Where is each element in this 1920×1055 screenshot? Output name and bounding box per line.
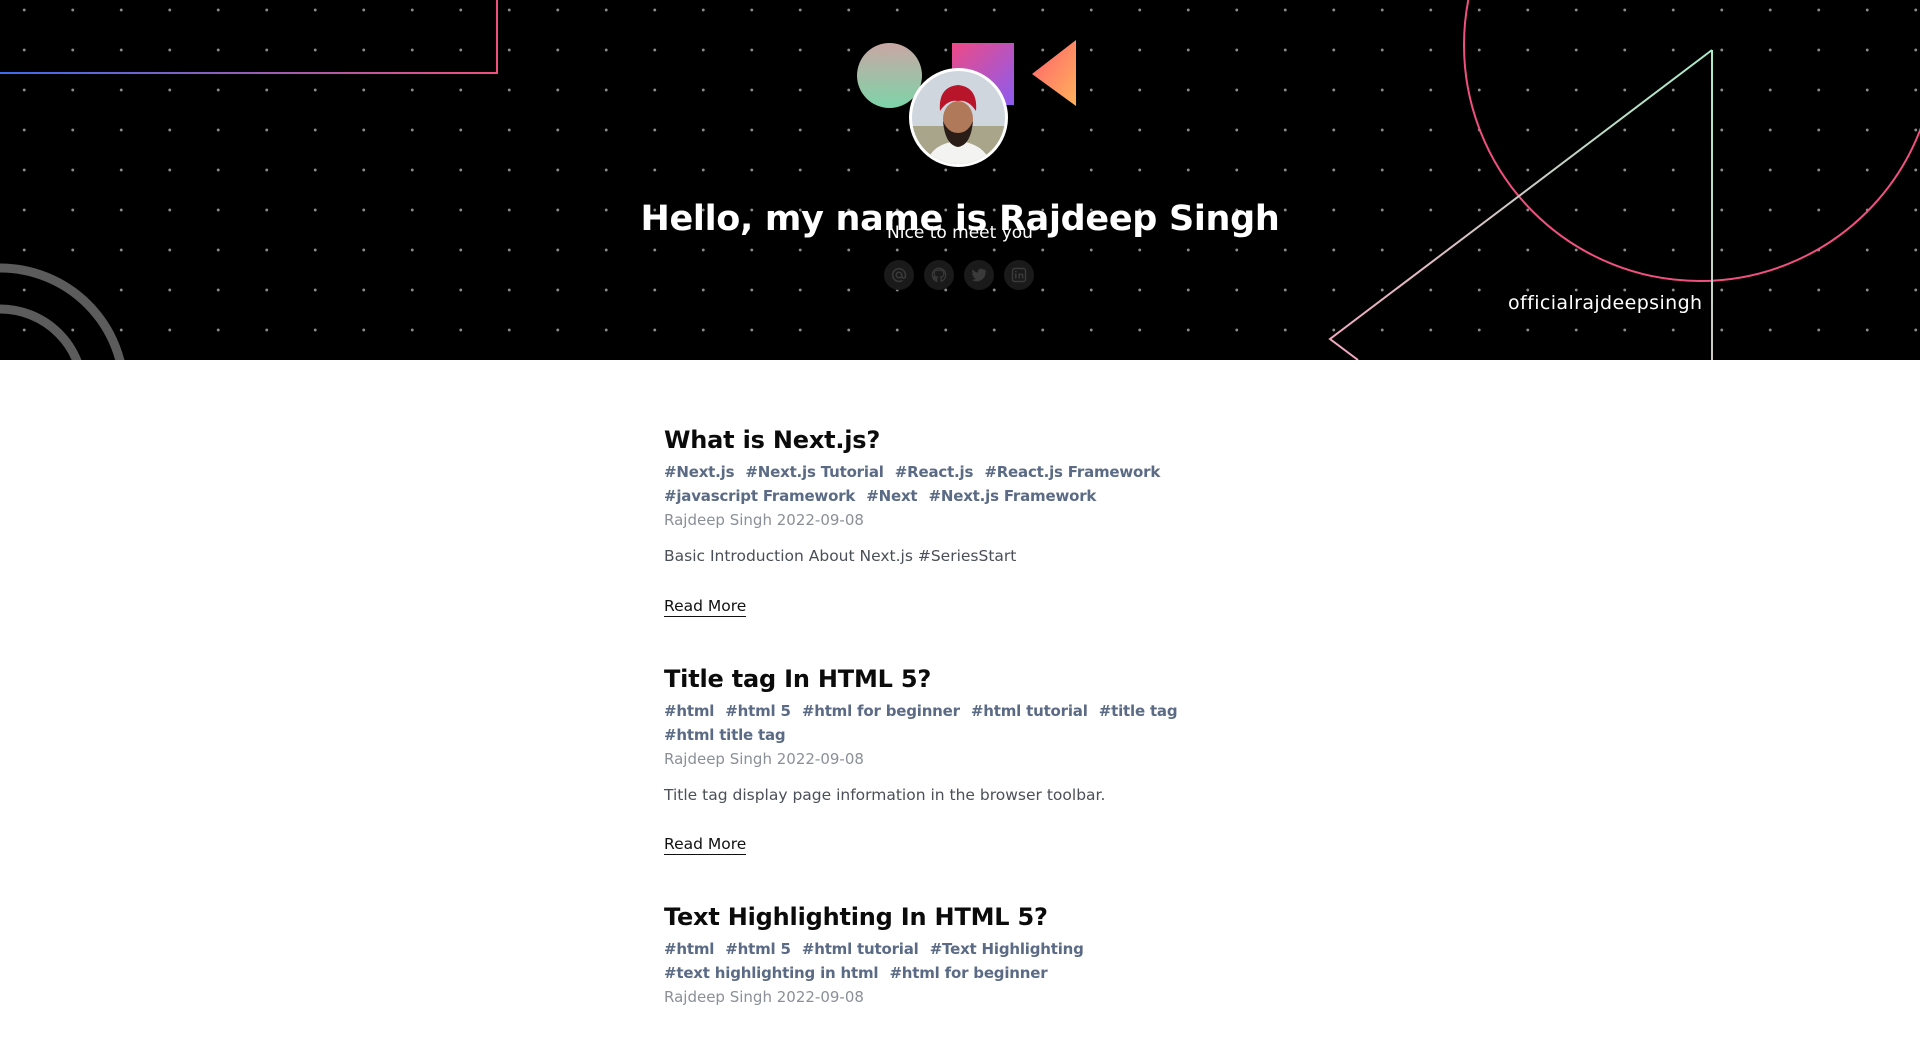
post-tags: #html #html 5 #html for beginner #html t…	[664, 699, 1284, 747]
post-title-link[interactable]: What is Next.js?	[664, 424, 1304, 456]
tag-link[interactable]: #html tutorial	[802, 937, 919, 961]
social-links	[884, 260, 1034, 290]
tag-link[interactable]: #html	[664, 699, 714, 723]
arc-decoration-inner	[0, 304, 82, 360]
tag-link[interactable]: #title tag	[1099, 699, 1178, 723]
github-icon	[931, 267, 947, 283]
tag-link[interactable]: #Next	[866, 484, 917, 508]
post-date: 2022-09-08	[776, 749, 864, 768]
tag-link[interactable]: #html	[664, 937, 714, 961]
post-card: Title tag In HTML 5? #html #html 5 #html…	[664, 663, 1304, 855]
triangle-shape	[1032, 40, 1076, 106]
tag-link[interactable]: #html 5	[725, 937, 791, 961]
post-list: What is Next.js? #Next.js #Next.js Tutor…	[664, 424, 1304, 1055]
hero-banner: Hello, my name is Rajdeep Singh Nice to …	[0, 0, 1920, 360]
tag-link[interactable]: #html title tag	[664, 723, 786, 747]
email-link[interactable]	[884, 260, 914, 290]
corner-line-decoration	[0, 0, 498, 74]
post-excerpt: Basic Introduction About Next.js #Series…	[664, 547, 1017, 565]
tag-link[interactable]: #javascript Framework	[664, 484, 855, 508]
post-author: Rajdeep Singh	[664, 749, 772, 768]
post-title-link[interactable]: Title tag In HTML 5?	[664, 663, 1304, 695]
post-card: What is Next.js? #Next.js #Next.js Tutor…	[664, 424, 1304, 617]
handle-text: officialrajdeepsingh	[1508, 292, 1703, 314]
post-title-link[interactable]: Text Highlighting In HTML 5?	[664, 901, 1304, 933]
tag-link[interactable]: #html for beginner	[802, 699, 960, 723]
avatar	[909, 68, 1008, 167]
post-tags: #html #html 5 #html tutorial #Text Highl…	[664, 937, 1284, 985]
twitter-icon	[971, 268, 987, 282]
tag-link[interactable]: #Next.js Tutorial	[745, 460, 883, 484]
tag-link[interactable]: #Next.js Framework	[929, 484, 1097, 508]
post-card: Text Highlighting In HTML 5? #html #html…	[664, 901, 1304, 1009]
tag-link[interactable]: #html for beginner	[889, 961, 1047, 985]
tag-link[interactable]: #Text Highlighting	[930, 937, 1084, 961]
post-author: Rajdeep Singh	[664, 988, 772, 1006]
at-sign-icon	[891, 267, 907, 283]
linkedin-link[interactable]	[1004, 260, 1034, 290]
read-more-link[interactable]: Read More	[664, 834, 747, 855]
tag-link[interactable]: #html tutorial	[971, 699, 1088, 723]
read-more-link[interactable]: Read More	[664, 596, 747, 617]
tag-link[interactable]: #text highlighting in html	[664, 961, 879, 985]
post-meta: Rajdeep Singh 2022-09-08	[664, 985, 1304, 1009]
post-meta: Rajdeep Singh 2022-09-08	[664, 508, 1304, 532]
hero-subtitle: Nice to meet you	[887, 223, 1033, 243]
post-author: Rajdeep Singh	[664, 511, 772, 529]
post-excerpt: Title tag display page information in th…	[664, 785, 1106, 804]
post-meta: Rajdeep Singh 2022-09-08	[664, 747, 1304, 771]
tag-link[interactable]: #Next.js	[664, 460, 735, 484]
twitter-link[interactable]	[964, 260, 994, 290]
tag-link[interactable]: #html 5	[725, 699, 791, 723]
linkedin-icon	[1011, 267, 1027, 283]
post-tags: #Next.js #Next.js Tutorial #React.js #Re…	[664, 460, 1284, 508]
tag-link[interactable]: #React.js	[895, 460, 974, 484]
github-link[interactable]	[924, 260, 954, 290]
post-date: 2022-09-08	[776, 988, 864, 1006]
tag-link[interactable]: #React.js Framework	[984, 460, 1160, 484]
post-date: 2022-09-08	[776, 511, 864, 529]
